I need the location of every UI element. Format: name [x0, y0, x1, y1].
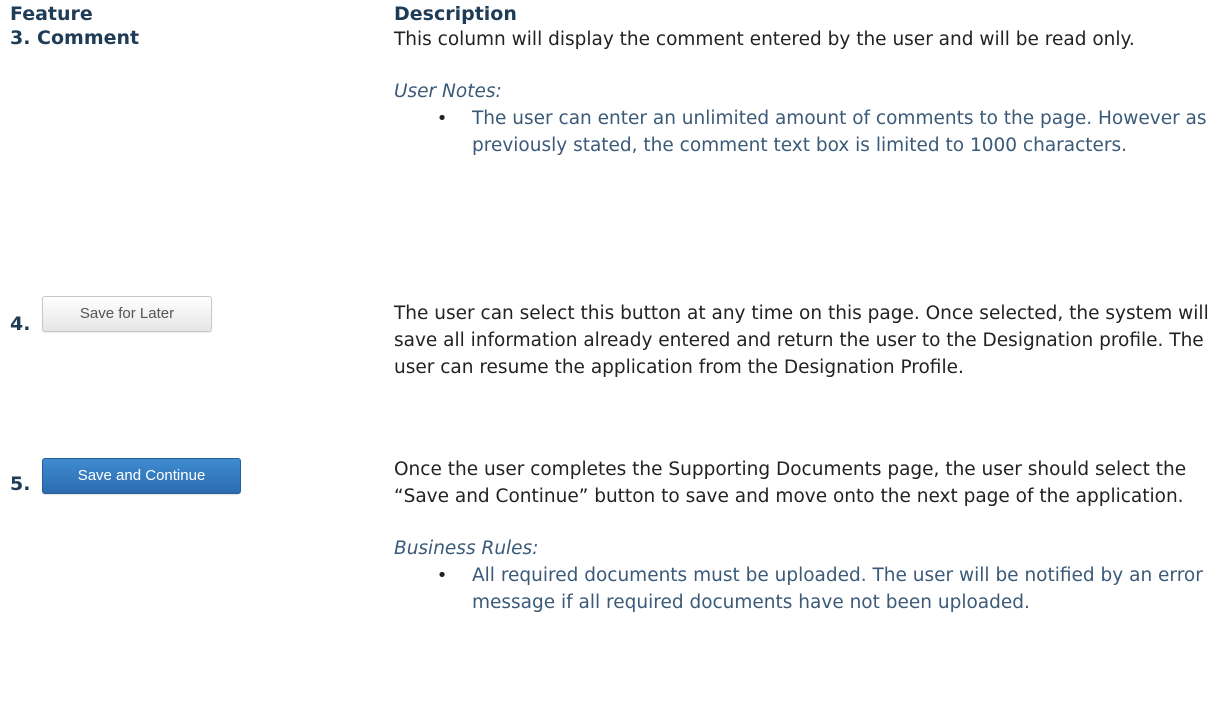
business-rules-heading: Business Rules:: [394, 538, 539, 559]
feature-cell-save-for-later: 4. Save for Later: [10, 296, 380, 356]
user-notes-list: • The user can enter an unlimited amount…: [394, 105, 1214, 159]
description-cell-save-for-later: The user can select this button at any t…: [394, 300, 1214, 381]
bullet-text: The user can enter an unlimited amount o…: [472, 108, 1207, 156]
feature-column-header: Feature: [10, 3, 93, 25]
business-rules-list: • All required documents must be uploade…: [394, 562, 1214, 616]
description-text: The user can select this button at any t…: [394, 303, 1209, 378]
bullet-icon: •: [436, 108, 448, 129]
description-cell-comment: This column will display the comment ent…: [394, 26, 1214, 159]
feature-cell-save-and-continue: 5. Save and Continue: [10, 458, 380, 518]
description-cell-save-and-continue: Once the user completes the Supporting D…: [394, 456, 1214, 616]
description-text: This column will display the comment ent…: [394, 29, 1135, 50]
feature-label-comment: 3. Comment: [10, 27, 140, 49]
table-row-save-for-later: 4. Save for Later The user can select th…: [0, 296, 1228, 436]
bullet-text: All required documents must be uploaded.…: [472, 565, 1203, 613]
description-text: Once the user completes the Supporting D…: [394, 459, 1187, 507]
bullet-icon: •: [436, 565, 448, 586]
feature-description-table: Feature Description 3. Comment This colu…: [0, 0, 1228, 719]
description-column-header: Description: [394, 3, 517, 25]
feature-number: 4.: [10, 313, 31, 335]
save-for-later-button[interactable]: Save for Later: [42, 296, 212, 332]
user-notes-heading: User Notes:: [394, 81, 502, 102]
list-item: • The user can enter an unlimited amount…: [432, 105, 1214, 159]
list-item: • All required documents must be uploade…: [432, 562, 1214, 616]
feature-number: 5.: [10, 473, 31, 495]
save-and-continue-button[interactable]: Save and Continue: [42, 458, 241, 494]
